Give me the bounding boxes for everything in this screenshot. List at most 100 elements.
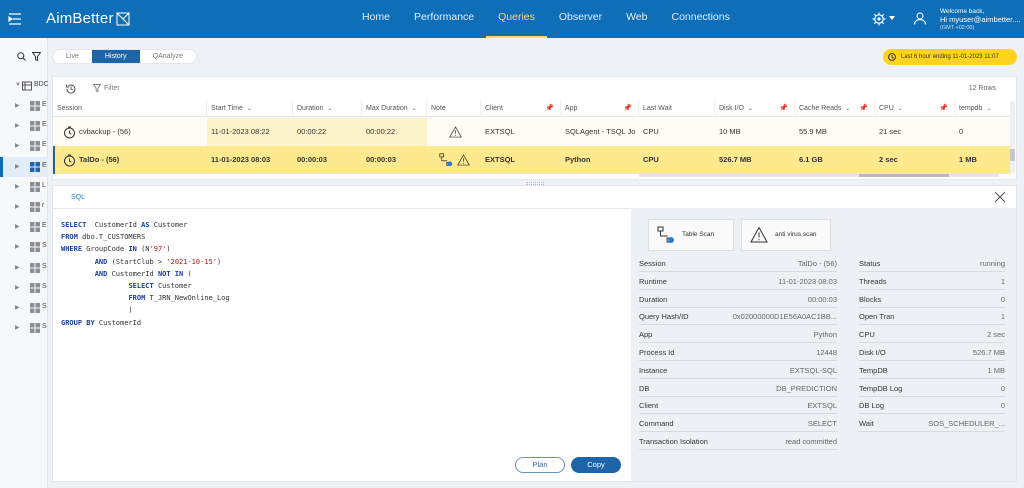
gear-icon[interactable] (872, 12, 886, 26)
sidebar-server-item[interactable]: ▶ E (0, 156, 48, 177)
nav-observer[interactable]: Observer (547, 0, 614, 38)
sql-line: WHERE GroupCode IN (N'97') (61, 245, 171, 254)
cell-cpu: 2 sec (879, 155, 898, 164)
windows-server-icon (30, 262, 40, 273)
nav-connections[interactable]: Connections (659, 0, 741, 38)
windows-server-icon (30, 202, 40, 212)
filter-icon[interactable] (32, 52, 41, 61)
tab-sql[interactable]: SQL (71, 194, 85, 201)
nav-home[interactable]: Home (350, 0, 402, 38)
pin-icon[interactable]: 📌 (859, 101, 868, 116)
sidebar-server-item[interactable]: ▶ E (0, 136, 48, 156)
column-header-note[interactable]: Note (427, 101, 481, 117)
column-header-last-wait[interactable]: Last Wait (639, 101, 715, 117)
chevron-right-icon[interactable]: ▶ (15, 324, 20, 331)
pin-icon[interactable]: 📌 (623, 101, 632, 116)
cell-start: 11-01-2023 08:03 (211, 155, 271, 164)
sidebar-server-item[interactable]: ▶ E (0, 96, 48, 116)
column-header-cpu[interactable]: CPU ⌄ 📌 (875, 101, 955, 117)
warning-icon[interactable] (457, 154, 470, 166)
chevron-right-icon[interactable]: ▶ (15, 284, 20, 291)
top-bar: AimBetter Home Performance Queries Observer… (0, 0, 1024, 38)
pin-icon[interactable]: 📌 (939, 101, 948, 116)
sort-chevron-icon[interactable]: ⌄ (247, 106, 252, 112)
logo-mark-icon (116, 12, 130, 25)
chevron-right-icon[interactable]: ▶ (15, 102, 20, 109)
column-header-max-duration[interactable]: Max Duration ⌄ (362, 101, 427, 117)
sidebar-server-item[interactable]: ▶ S (0, 278, 48, 298)
sort-chevron-icon[interactable]: ⌄ (986, 106, 991, 112)
user-welcome[interactable]: Welcome back, Hi myuser@aimbetter.... (G… (940, 8, 1021, 32)
user-icon[interactable] (914, 12, 926, 25)
chevron-right-icon[interactable]: ▶ (15, 163, 20, 170)
sidebar-server-item[interactable]: ▶ S (0, 318, 48, 338)
horizontal-scrollbar[interactable] (639, 174, 999, 177)
sort-chevron-icon[interactable]: ⌄ (845, 106, 850, 112)
column-header-start-time[interactable]: Start Time ⌄ (207, 101, 293, 117)
app-logo[interactable]: AimBetter (46, 10, 130, 27)
detail-row-wait: Wait SOS_SCHEDULER_... (859, 415, 1005, 433)
sidebar-server-item[interactable]: ▶ E (0, 116, 48, 136)
cell-duration: 00:00:03 (297, 155, 328, 164)
chevron-right-icon[interactable]: ▶ (15, 183, 20, 190)
table-scan-icon[interactable] (439, 153, 453, 167)
cell-note (427, 146, 481, 174)
column-header-cache-reads[interactable]: Cache Reads ⌄ 📌 (795, 101, 875, 117)
chevron-right-icon[interactable]: ▶ (15, 142, 20, 149)
chevron-right-icon[interactable]: ▶ (15, 122, 20, 129)
chevron-right-icon[interactable]: ▶ (15, 223, 20, 230)
chevron-right-icon[interactable]: ▶ (15, 243, 20, 250)
sidebar-server-item[interactable]: ▶ S (0, 298, 48, 318)
tab-history[interactable]: History (91, 50, 140, 63)
anti-virus-warning[interactable]: anti virus scan (741, 219, 831, 251)
table-scan-warning[interactable]: Table Scan (648, 219, 734, 251)
warning-icon (750, 226, 768, 243)
chevron-down-icon[interactable] (889, 16, 895, 21)
nav-performance[interactable]: Performance (402, 0, 486, 38)
search-icon[interactable] (17, 52, 26, 61)
filter-icon (93, 84, 101, 92)
column-header-duration[interactable]: Duration ⌄ (293, 101, 362, 117)
tab-live[interactable]: Live (53, 50, 92, 63)
sort-chevron-icon[interactable]: ⌄ (327, 106, 332, 112)
vertical-scrollbar[interactable] (1010, 101, 1015, 173)
sort-chevron-icon[interactable]: ⌄ (898, 106, 903, 112)
detail-row-process-id: Process Id 12448 (639, 344, 837, 361)
nav-web[interactable]: Web (614, 0, 659, 38)
collapse-menu-icon[interactable] (8, 13, 22, 25)
sidebar-server-item[interactable]: ▶ S (0, 258, 48, 278)
column-header-tempdb[interactable]: tempdb ⌄ (955, 101, 1011, 117)
history-refresh-icon[interactable] (65, 83, 77, 95)
warning-icon[interactable] (449, 126, 462, 138)
chevron-right-icon[interactable]: ▶ (15, 304, 20, 311)
sidebar-server-item[interactable]: ▶ S (0, 237, 48, 257)
sidebar-server-item[interactable]: ▶ E (0, 217, 48, 237)
sort-chevron-icon[interactable]: ⌄ (748, 106, 753, 112)
tab-qanalyze[interactable]: QAnalyze (140, 50, 196, 63)
sql-text[interactable]: SELECT CustomerId AS Customer FROM dbo.T_… (61, 219, 230, 329)
chevron-right-icon[interactable]: ▶ (15, 203, 20, 210)
nav-queries[interactable]: Queries (486, 0, 547, 38)
time-range-badge[interactable]: Last 6 hour ending 11-01-2023 11:07 (883, 49, 1017, 65)
copy-button[interactable]: Copy (571, 457, 621, 473)
filter-button[interactable]: Filter (93, 84, 120, 92)
column-header-app[interactable]: App 📌 (561, 101, 639, 117)
pin-icon[interactable]: 📌 (545, 101, 554, 116)
sidebar-server-item[interactable]: ▶ r (0, 197, 48, 217)
tree-root[interactable]: ▼ BDC (0, 76, 48, 96)
sidebar-server-item[interactable]: ▶ L (0, 177, 48, 197)
resize-handle[interactable] (526, 182, 544, 185)
chevron-right-icon[interactable]: ▶ (15, 264, 20, 271)
column-header-session[interactable]: Session (53, 101, 207, 117)
detail-row-db-log: DB Log 0 (859, 397, 1005, 415)
column-header-disk-i-o[interactable]: Disk I/O ⌄ 📌 (715, 101, 795, 117)
sort-chevron-icon[interactable]: ⌄ (412, 106, 417, 112)
expand-arrow-icon[interactable]: ▼ (15, 82, 21, 88)
server-sidebar: ▼ BDC ▶ E ▶ E ▶ E ▶ E ▶ L ▶ r ▶ E ▶ S ▶ S ▶ S ▶ S ▶ S (0, 38, 48, 488)
sql-line: FROM dbo.T_CUSTOMERS (61, 233, 146, 242)
close-icon[interactable] (994, 191, 1006, 203)
plan-button[interactable]: Plan (515, 457, 565, 473)
column-header-client[interactable]: Client 📌 (481, 101, 561, 117)
cell-client: EXTSQL (485, 155, 516, 164)
pin-icon[interactable]: 📌 (779, 101, 788, 116)
